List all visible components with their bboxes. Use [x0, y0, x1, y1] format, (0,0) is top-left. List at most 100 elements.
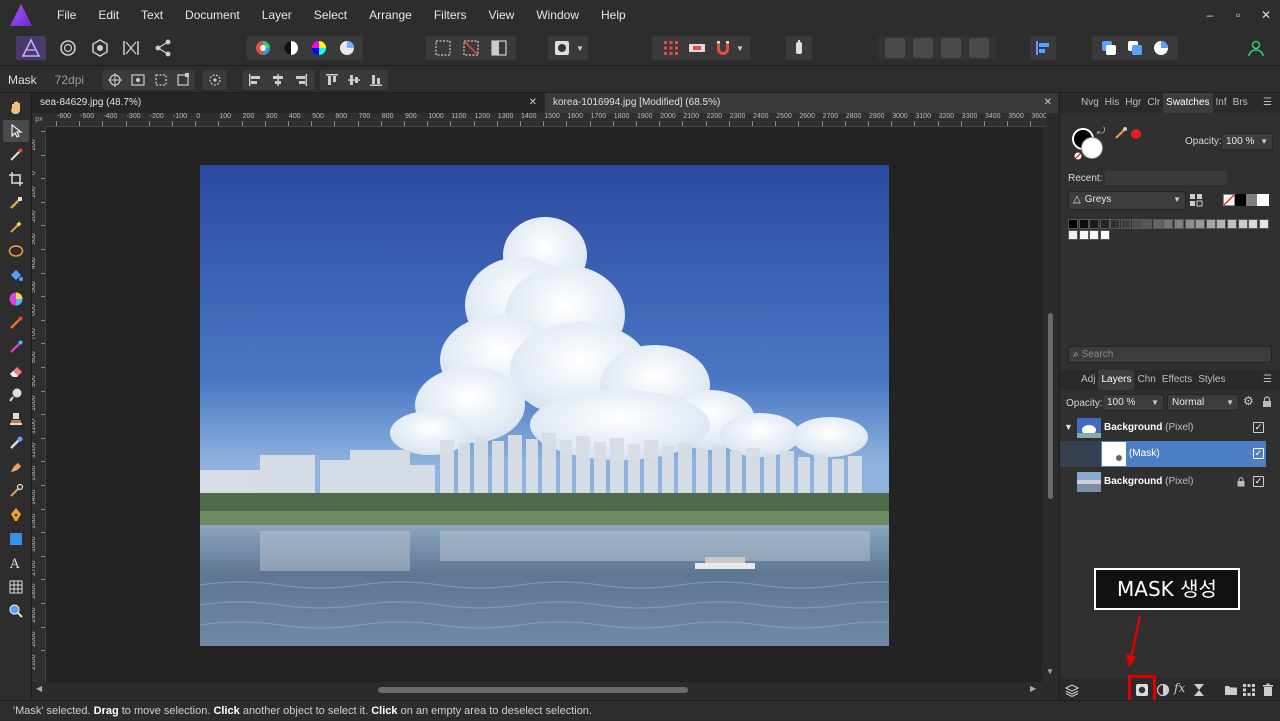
hsl-icon[interactable] [309, 38, 329, 58]
tab-swatches[interactable]: Swatches [1163, 93, 1213, 113]
layer-opacity-field[interactable]: 100 % ▼ [1102, 394, 1164, 411]
intersect-icon[interactable] [941, 38, 961, 58]
align-button[interactable] [1030, 36, 1056, 60]
pen-tool-icon[interactable] [8, 507, 24, 523]
blemish-removal-tool-icon[interactable] [8, 435, 24, 451]
snapping-magnet-icon[interactable] [713, 38, 733, 58]
erase-brush-tool-icon[interactable] [8, 363, 24, 379]
affinity-photo-logo-icon[interactable] [10, 4, 32, 26]
rectangle-tool-icon[interactable] [8, 531, 24, 547]
grey-swatch[interactable] [1089, 230, 1100, 240]
selection-brush-tool-icon[interactable] [8, 195, 24, 211]
menu-text[interactable]: Text [130, 8, 174, 22]
swatch-opacity-field[interactable]: 100 % ▼ [1221, 133, 1273, 150]
marquee-tool-icon[interactable] [8, 243, 24, 259]
maximize-button[interactable]: ▫ [1224, 8, 1252, 22]
trash-icon[interactable] [1261, 683, 1275, 697]
search-field[interactable]: ⌕ Search [1068, 346, 1272, 363]
scroll-down-icon[interactable]: ▼ [1046, 667, 1054, 676]
align-right-icon[interactable] [293, 72, 309, 88]
palette-options-icon[interactable] [1189, 193, 1203, 207]
recent-colors-strip[interactable] [1105, 171, 1227, 185]
grid-snap-icon[interactable] [661, 38, 681, 58]
visibility-checkbox[interactable]: ✓ [1253, 448, 1264, 459]
horizontal-scroll-thumb[interactable] [378, 687, 688, 693]
photo-persona-button[interactable] [16, 36, 46, 60]
menu-window[interactable]: Window [525, 8, 590, 22]
lock-icon[interactable] [1236, 477, 1246, 487]
grey-swatch[interactable] [1227, 219, 1237, 229]
align-top-icon[interactable] [324, 72, 340, 88]
vertical-scroll-thumb[interactable] [1048, 313, 1053, 499]
expand-triangle-icon[interactable]: ▼ [1064, 422, 1073, 432]
user-account-icon[interactable] [1246, 38, 1266, 58]
tab-effects[interactable]: Effects [1159, 370, 1195, 390]
color-replacement-brush-icon[interactable] [8, 339, 24, 355]
tab-info[interactable]: Inf [1213, 93, 1230, 113]
tone-mapping-persona-icon[interactable] [121, 38, 141, 58]
smudge-brush-tool-icon[interactable] [8, 459, 24, 475]
black-white-icon[interactable] [281, 38, 301, 58]
rotate-icon[interactable] [175, 72, 191, 88]
grey-swatch[interactable] [1121, 219, 1131, 229]
xor-icon[interactable] [969, 38, 989, 58]
levels-icon[interactable] [253, 38, 273, 58]
tab-channels[interactable]: Chn [1134, 370, 1158, 390]
vertical-scrollbar[interactable]: ▼ [1043, 127, 1058, 682]
select-all-icon[interactable] [433, 38, 453, 58]
visibility-checkbox[interactable]: ✓ [1253, 476, 1264, 487]
crosshair-icon[interactable] [107, 72, 123, 88]
grey-swatch[interactable] [1089, 219, 1100, 229]
chevron-down-icon[interactable]: ▼ [736, 44, 744, 53]
grey-swatch[interactable] [1131, 219, 1142, 229]
tab-brushes[interactable]: Brs [1230, 93, 1251, 113]
color-picker-tool-icon[interactable] [8, 147, 24, 163]
transform-mode-button[interactable] [203, 70, 227, 90]
add-icon[interactable] [885, 38, 905, 58]
menu-select[interactable]: Select [303, 8, 358, 22]
export-persona-icon[interactable] [153, 38, 173, 58]
menu-layer[interactable]: Layer [251, 8, 303, 22]
flood-select-tool-icon[interactable] [8, 219, 24, 235]
grey-swatch[interactable] [1078, 219, 1089, 229]
move-back-icon[interactable] [1151, 38, 1171, 58]
tab-color[interactable]: Clr [1144, 93, 1163, 113]
menu-help[interactable]: Help [590, 8, 637, 22]
grey-swatch[interactable] [1152, 219, 1163, 229]
fx-icon[interactable]: fx [1174, 681, 1185, 695]
tab-adjustments[interactable]: Adj [1078, 370, 1098, 390]
layers-stack-icon[interactable] [1065, 683, 1079, 697]
subtract-icon[interactable] [913, 38, 933, 58]
close-icon[interactable]: ✕ [1044, 93, 1052, 113]
layer-row-mask-selected[interactable]: (Mask) [1101, 441, 1266, 467]
horizontal-ruler[interactable]: -600 -500 -400 -300 -200 -100 0 100 200 300 400 500… [46, 113, 1046, 127]
dodge-brush-tool-icon[interactable] [8, 387, 24, 403]
view-point-icon[interactable] [130, 72, 146, 88]
document-tab-sea[interactable]: sea-84629.jpg (48.7%) ✕ [32, 93, 543, 113]
panel-menu-icon[interactable]: ☰ [1260, 93, 1275, 113]
grey-swatch[interactable] [1216, 219, 1227, 229]
white-balance-icon[interactable] [337, 38, 357, 58]
artistic-text-tool-icon[interactable]: A [8, 555, 24, 571]
picked-color-swatch[interactable] [1131, 129, 1141, 139]
gear-icon[interactable]: ⚙ [1243, 394, 1254, 408]
menu-arrange[interactable]: Arrange [358, 8, 423, 22]
grey-swatch[interactable] [1099, 219, 1110, 229]
mesh-warp-tool-icon[interactable] [8, 483, 24, 499]
document-image[interactable] [200, 165, 889, 646]
grey-swatch[interactable] [1205, 219, 1216, 229]
grey-swatch[interactable] [1110, 219, 1121, 229]
zoom-tool-icon[interactable] [8, 603, 24, 619]
grey-swatch[interactable] [1099, 230, 1110, 240]
grey-swatch[interactable] [1078, 230, 1089, 240]
menu-view[interactable]: View [478, 8, 526, 22]
grey-swatch[interactable] [1142, 219, 1153, 229]
align-middle-icon[interactable] [346, 72, 362, 88]
document-tab-korea[interactable]: korea-1016994.jpg [Modified] (68.5%) ✕ [545, 93, 1058, 113]
assistant-button[interactable] [786, 36, 812, 60]
crop-tool-icon[interactable] [8, 171, 24, 187]
palette-dropdown[interactable]: △ Greys ▼ [1068, 191, 1186, 210]
flood-fill-tool-icon[interactable] [8, 267, 24, 283]
none-swatch[interactable] [1223, 194, 1235, 206]
visibility-checkbox[interactable]: ✓ [1253, 422, 1264, 433]
